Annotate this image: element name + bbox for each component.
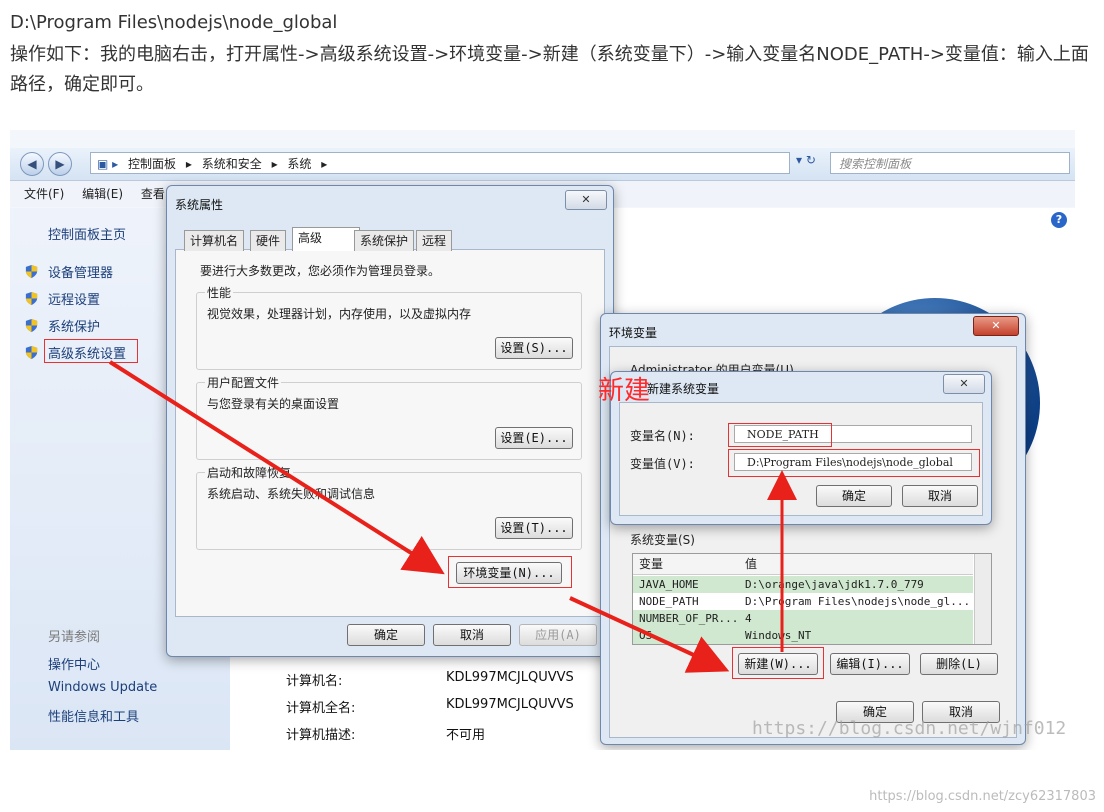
footer-watermark: https://blog.csdn.net/zcy62317803 bbox=[869, 789, 1096, 804]
article-path-line: D:\Program Files\nodejs\node_global bbox=[10, 12, 338, 33]
annotation-arrows bbox=[108, 360, 797, 673]
screenshot: ◀ ▶ ▣ ▸ 控制面板 ▸ 系统和安全 ▸ 系统 ▸ ▾ ↻ 搜索控制面板 文… bbox=[10, 130, 1075, 750]
watermark: https://blog.csdn.net/wjnf012 bbox=[752, 718, 1067, 739]
article-instructions: 操作如下：我的电脑右击，打开属性->高级系统设置->环境变量->新建（系统变量下… bbox=[10, 44, 1089, 95]
arrow-to-env-button bbox=[108, 360, 445, 575]
arrow-to-new-button bbox=[569, 596, 730, 673]
